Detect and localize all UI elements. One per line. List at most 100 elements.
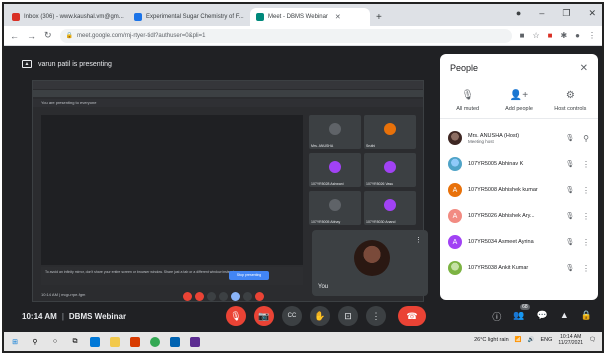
- more-vert-icon[interactable]: ⋮: [582, 160, 590, 169]
- screenshot-frame: Inbox (306) - www.kaushal.vm@gm... ✕ Exp…: [2, 2, 604, 353]
- url-text: meet.google.com/rnj-rtyer-tidl?authuser=…: [77, 32, 206, 39]
- menu-icon[interactable]: ⋮: [588, 31, 596, 40]
- photos-icon[interactable]: [170, 336, 180, 347]
- close-window-icon[interactable]: ✕: [588, 8, 596, 19]
- chrome-icon[interactable]: [150, 336, 160, 347]
- tile-name: 107YR5028 Ashwani: [311, 182, 344, 186]
- mic-toggle-button[interactable]: 🎙: [226, 306, 246, 326]
- list-item[interactable]: A 107YR5026 Abhishek Ary... 🎙 ⋮: [440, 203, 598, 229]
- tile-name: 107YR5026 Vasu: [366, 182, 394, 186]
- avatar: [329, 161, 341, 173]
- more-vert-icon[interactable]: ⋮: [582, 238, 590, 247]
- list-item[interactable]: A 107YR5008 Abhishek kumar 🎙 ⋮: [440, 177, 598, 203]
- camera-permission-icon[interactable]: ■: [520, 31, 525, 40]
- tile-name: Sruthi: [366, 144, 376, 148]
- present-screen-icon: ▲: [22, 60, 32, 68]
- action-label: All muted: [456, 106, 480, 112]
- add-people-button[interactable]: 👤+ Add people: [494, 90, 544, 112]
- notification-icon[interactable]: 🗨: [589, 337, 596, 343]
- people-panel-title: People: [450, 63, 479, 73]
- forward-icon[interactable]: →: [27, 31, 36, 41]
- search-icon[interactable]: ⚲: [30, 337, 40, 347]
- info-icon[interactable]: ⓘ: [492, 310, 501, 323]
- reload-icon[interactable]: ↻: [44, 30, 52, 41]
- language-text[interactable]: ENG: [540, 337, 552, 343]
- raise-hand-button[interactable]: ✋: [310, 306, 330, 326]
- weather-text[interactable]: 26°C light rain: [474, 337, 509, 343]
- close-tab-icon[interactable]: ✕: [335, 13, 341, 21]
- camera-toggle-button[interactable]: 📷: [254, 306, 274, 326]
- captions-icon: CC: [287, 313, 297, 319]
- extension-icons: ■ ☆ ■ ✱ ● ⋮: [520, 31, 596, 40]
- address-bar[interactable]: 🔒 meet.google.com/rnj-rtyer-tidl?authuse…: [59, 28, 512, 43]
- chat-icon[interactable]: 💬: [537, 310, 548, 323]
- cortana-icon[interactable]: ○: [50, 337, 60, 347]
- list-item[interactable]: 107YR5038 Ankit Kumar 🎙 ⋮: [440, 255, 598, 281]
- more-vert-icon[interactable]: ⋮: [582, 264, 590, 273]
- shared-tile: 107YR5026 Vasu: [364, 153, 416, 187]
- participant-info: 107YR5005 Abhinav K: [468, 161, 558, 167]
- browser-tab-gmail[interactable]: Inbox (306) - www.kaushal.vm@gm... ✕: [6, 8, 126, 26]
- hand-icon: ✋: [314, 310, 326, 321]
- puzzle-icon[interactable]: ✱: [560, 31, 567, 40]
- profile-icon[interactable]: ●: [516, 8, 521, 19]
- restore-icon[interactable]: ❐: [562, 8, 570, 19]
- host-lock-icon[interactable]: 🔒: [581, 310, 592, 323]
- mic-off-icon[interactable]: 🎙: [564, 264, 576, 272]
- participant-list: Mrs. ANUSHA (Host) Meeting host 🎙 ⚲ 107Y…: [440, 119, 598, 281]
- windows-start-icon[interactable]: ⊞: [10, 337, 20, 347]
- participant-name: 107YR5026 Abhishek Ary...: [468, 213, 535, 219]
- mic-off-icon[interactable]: 🎙: [564, 212, 576, 220]
- minimize-icon[interactable]: –: [539, 8, 544, 19]
- activities-icon[interactable]: ▲: [560, 310, 569, 323]
- action-label: Host controls: [554, 106, 587, 112]
- wifi-icon[interactable]: 📶: [515, 337, 522, 343]
- shared-mic-icon: [183, 291, 192, 301]
- more-vert-icon[interactable]: ⋮: [582, 212, 590, 221]
- self-view-tile[interactable]: You ⋮: [312, 230, 428, 296]
- mic-off-icon[interactable]: 🎙: [564, 238, 576, 246]
- self-video: [354, 240, 390, 276]
- office-icon[interactable]: [130, 336, 140, 347]
- present-now-button[interactable]: ⊡: [338, 306, 358, 326]
- end-call-icon: ☎: [406, 310, 418, 321]
- avatar: [448, 157, 462, 171]
- list-item[interactable]: 107YR5005 Abhinav K 🎙 ⋮: [440, 151, 598, 177]
- pin-icon[interactable]: ⚲: [582, 134, 590, 143]
- mute-all-button[interactable]: 🎙 All muted: [443, 90, 493, 112]
- new-tab-button[interactable]: +: [376, 12, 382, 23]
- file-explorer-icon[interactable]: [110, 336, 120, 347]
- extension-icon[interactable]: ■: [548, 31, 553, 40]
- more-vert-icon[interactable]: ⋮: [582, 186, 590, 195]
- edge-icon[interactable]: [90, 336, 100, 347]
- more-options-button[interactable]: ⋮: [366, 306, 386, 326]
- avatar: [329, 123, 341, 135]
- avatar[interactable]: ●: [575, 31, 580, 40]
- participant-name: 107YR5038 Ankit Kumar: [468, 265, 529, 271]
- volume-icon[interactable]: 🔊: [528, 337, 535, 343]
- mic-off-icon[interactable]: 🎙: [564, 186, 576, 194]
- mic-off-icon[interactable]: 🎙: [564, 160, 576, 168]
- bookmark-star-icon[interactable]: ☆: [532, 31, 539, 40]
- list-item[interactable]: A 107YR5034 Asmeet Ayrina 🎙 ⋮: [440, 229, 598, 255]
- list-item[interactable]: Mrs. ANUSHA (Host) Meeting host 🎙 ⚲: [440, 125, 598, 151]
- clock[interactable]: 10:14 AM 11/27/2021: [558, 334, 583, 346]
- app-icon[interactable]: [190, 336, 200, 347]
- self-name: You: [318, 284, 329, 290]
- host-controls-button[interactable]: ⚙ Host controls: [545, 90, 595, 112]
- meet-stage: ▲ varun patil is presenting You are pres…: [4, 46, 602, 332]
- browser-tab-doc[interactable]: Experimental Sugar Chemistry of F... ✕: [128, 8, 248, 26]
- people-button[interactable]: 👥 68: [513, 304, 530, 323]
- close-icon[interactable]: ✕: [580, 63, 588, 74]
- back-icon[interactable]: ←: [10, 31, 19, 41]
- captions-button[interactable]: CC: [282, 306, 302, 326]
- avatar: [448, 131, 462, 145]
- shared-tile: Sruthi: [364, 115, 416, 149]
- task-view-icon[interactable]: ⧉: [70, 337, 80, 347]
- browser-tab-meet[interactable]: Meet - DBMS Webinar ✕: [250, 8, 370, 26]
- leave-call-button[interactable]: ☎: [398, 306, 426, 326]
- tab-label: Meet - DBMS Webinar: [268, 14, 328, 20]
- mic-off-icon[interactable]: 🎙: [564, 134, 576, 142]
- more-options-icon[interactable]: ⋮: [415, 236, 422, 244]
- shared-tile: 107YR5028 Ashwani: [309, 153, 361, 187]
